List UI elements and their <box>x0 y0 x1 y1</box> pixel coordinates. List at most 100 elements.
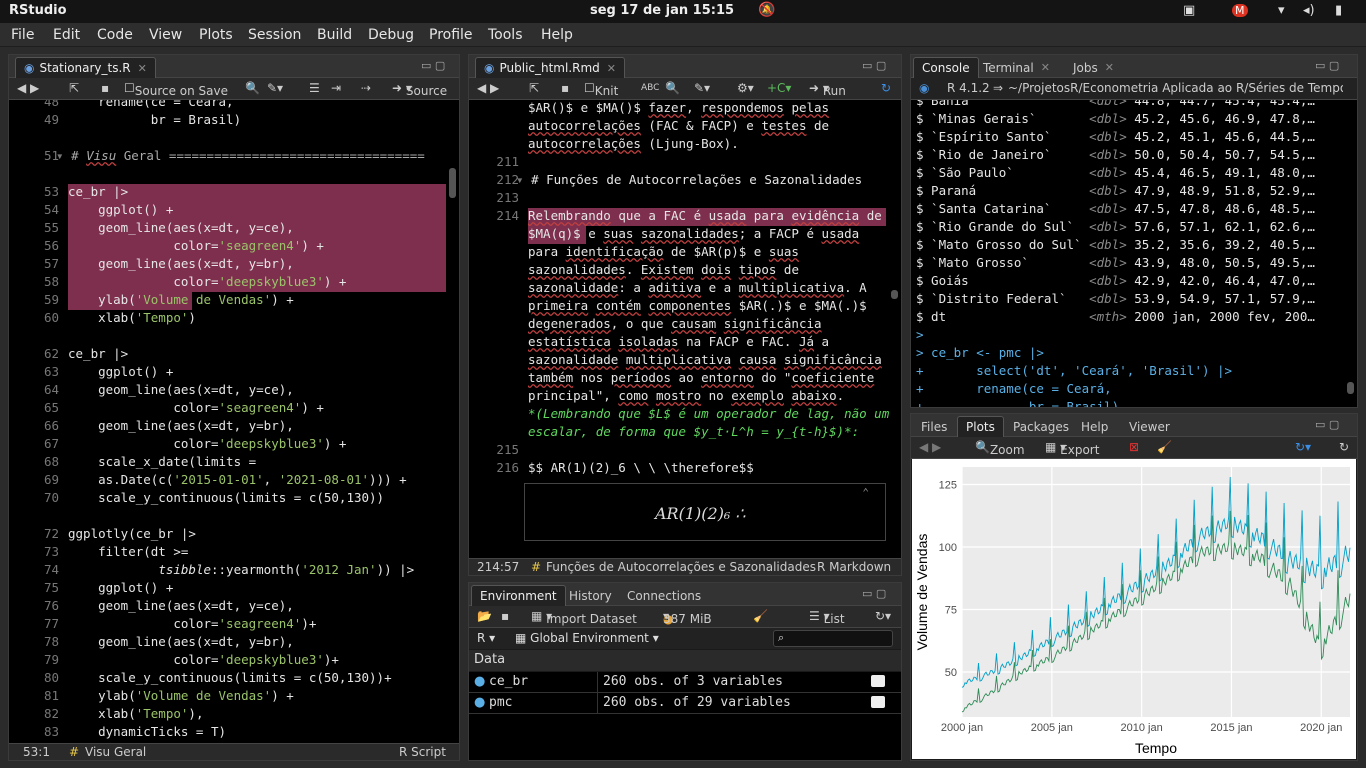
rerun-icon[interactable]: ⇢ <box>361 81 371 95</box>
tab-plots[interactable]: Plots <box>957 416 1004 437</box>
run-button[interactable]: ➜ Run ▾ <box>809 81 846 98</box>
tab-stationary-ts[interactable]: ◉ Stationary_ts.R ✕ <box>15 57 156 78</box>
menu-help[interactable]: Help <box>541 27 573 43</box>
back-icon[interactable]: ◀ ▶ <box>17 81 39 95</box>
magic-wand-icon[interactable]: ✎▾ <box>694 81 710 95</box>
battery-icon[interactable]: ▮ <box>1335 3 1342 18</box>
tab-files[interactable]: Files <box>913 416 955 437</box>
export-button[interactable]: ▦ Export ▾ <box>1045 440 1099 457</box>
console-output[interactable]: $ Bahia <dbl> 44.8, 44.7, 45.4, 45.4,… $… <box>911 100 1357 407</box>
refresh-icon[interactable]: ↻ <box>1339 440 1349 454</box>
menu-code[interactable]: Code <box>97 27 133 43</box>
menu-file[interactable]: File <box>11 27 34 43</box>
zoom-button[interactable]: 🔍 Zoom <box>975 440 1025 457</box>
search-icon[interactable]: 🔍 <box>665 81 680 95</box>
clock[interactable]: seg 17 de jan 15:15 <box>590 3 734 18</box>
minimize-pane-icon[interactable]: ▭ ▢ <box>1315 418 1339 431</box>
working-dir-path[interactable]: ~/ProjetosR/Econometria Aplicada ao R/Sé… <box>1008 81 1343 95</box>
working-dir-icon[interactable]: ⇒ <box>993 81 1003 95</box>
mail-icon[interactable]: M <box>1232 4 1248 17</box>
insert-chunk-icon[interactable]: +C▾ <box>767 81 791 95</box>
x-tick-label: 2000 jan <box>941 722 983 734</box>
menu-session[interactable]: Session <box>248 27 301 43</box>
expand-icon[interactable]: ● <box>474 674 485 689</box>
scrollbar-thumb[interactable] <box>449 168 456 198</box>
close-icon[interactable]: ✕ <box>607 62 616 75</box>
menu-edit[interactable]: Edit <box>53 27 80 43</box>
scrollbar-thumb[interactable] <box>1347 382 1354 394</box>
wifi-icon[interactable]: ▾ <box>1278 3 1285 18</box>
file-type-selector[interactable]: R Script <box>399 745 446 759</box>
save-icon[interactable]: ▪ <box>101 81 109 95</box>
menu-profile[interactable]: Profile <box>429 27 473 43</box>
save-icon[interactable]: ▪ <box>501 609 509 623</box>
prev-plot-icon[interactable]: ◀ ▶ <box>919 440 941 454</box>
tab-viewer[interactable]: Viewer <box>1121 416 1178 437</box>
publish-icon[interactable]: ↻ <box>881 81 891 95</box>
list-view-selector[interactable]: ☰ List ▾ <box>809 609 845 626</box>
volume-icon[interactable]: ◂) <box>1303 3 1315 18</box>
save-icon[interactable]: ▪ <box>561 81 569 95</box>
view-data-icon[interactable] <box>871 675 885 687</box>
tab-jobs[interactable]: Jobs ✕ <box>1065 57 1122 78</box>
section-selector[interactable]: Visu Geral <box>85 745 146 759</box>
spellcheck-icon[interactable]: ABC <box>641 83 659 93</box>
minimize-pane-icon[interactable]: ▭ ▢ <box>862 59 886 72</box>
notifications-off-icon[interactable]: 🔕 <box>758 2 775 18</box>
file-type-selector[interactable]: R Markdown <box>817 560 891 574</box>
expand-icon[interactable]: ● <box>474 695 485 710</box>
show-in-window-icon[interactable]: ⇱ <box>529 81 539 95</box>
magic-wand-icon[interactable]: ✎▾ <box>267 81 283 95</box>
collapse-icon[interactable]: ⌃ <box>862 486 869 499</box>
language-selector[interactable]: R ▾ <box>477 631 495 645</box>
menu-build[interactable]: Build <box>317 27 352 43</box>
broom-icon[interactable]: 🧹 <box>1157 440 1172 454</box>
tab-connections[interactable]: Connections <box>619 585 709 606</box>
memory-usage[interactable]: ◕ 387 MiB ▾ <box>663 609 712 626</box>
scrollbar-thumb[interactable] <box>891 290 898 299</box>
show-in-window-icon[interactable]: ⇱ <box>69 81 79 95</box>
code-editor-middle[interactable]: $AR()$ e $MA()$ fazer, respondemos pelas… <box>469 100 901 558</box>
cursor-position: 214:57 <box>477 560 520 574</box>
minimize-pane-icon[interactable]: ▭ ▢ <box>421 59 445 72</box>
remove-plot-icon[interactable]: ⊠ <box>1129 440 1139 454</box>
tab-history[interactable]: History <box>561 585 620 606</box>
menu-debug[interactable]: Debug <box>368 27 414 43</box>
tab-terminal[interactable]: Terminal ✕ <box>975 57 1058 78</box>
run-lines-icon[interactable]: ⇥ <box>331 81 341 95</box>
open-folder-icon[interactable]: 📂 <box>477 609 492 623</box>
refresh-icon[interactable]: ↻▾ <box>875 609 891 623</box>
env-row-ce-br[interactable]: ● ce_br 260 obs. of 3 variables <box>469 672 901 693</box>
tab-console[interactable]: Console <box>913 57 979 78</box>
outline-icon[interactable]: ☰ <box>309 81 320 95</box>
broom-icon[interactable]: 🧹 <box>753 609 768 623</box>
close-icon[interactable]: ✕ <box>1105 61 1114 74</box>
minimize-pane-icon[interactable]: ▭ ▢ <box>1315 59 1339 72</box>
env-search-input[interactable]: ⌕ <box>773 630 893 647</box>
section-selector[interactable]: Funções de Autocorrelações e Sazonalidad… <box>546 560 816 574</box>
tab-help[interactable]: Help <box>1073 416 1116 437</box>
knit-button[interactable]: ☐ Knit <box>584 81 618 98</box>
menu-tools[interactable]: Tools <box>488 27 523 43</box>
tab-public-html[interactable]: ◉ Public_html.Rmd ✕ <box>475 57 626 78</box>
tab-packages[interactable]: Packages <box>1005 416 1077 437</box>
source-on-save-checkbox[interactable]: ☐ Source on Save <box>124 81 228 98</box>
tab-environment[interactable]: Environment <box>471 585 566 606</box>
r-file-icon: ◉ <box>24 61 35 75</box>
env-row-pmc[interactable]: ● pmc 260 obs. of 29 variables <box>469 693 901 714</box>
gear-icon[interactable]: ⚙▾ <box>737 81 754 95</box>
menu-plots[interactable]: Plots <box>199 27 233 43</box>
source-button[interactable]: ➜ Source ▾ <box>392 81 447 98</box>
back-icon[interactable]: ◀ ▶ <box>477 81 499 95</box>
close-icon[interactable]: ✕ <box>138 62 147 75</box>
minimize-pane-icon[interactable]: ▭ ▢ <box>862 587 886 600</box>
code-editor-left[interactable]: 48 rename(ce = Ceará, 49 br = Brasil) 51… <box>9 100 459 743</box>
import-dataset-button[interactable]: ▦ Import Dataset ▾ <box>531 609 637 626</box>
search-icon[interactable]: 🔍 <box>245 81 260 95</box>
close-icon[interactable]: ✕ <box>1041 61 1050 74</box>
display-icon[interactable]: ▣ <box>1183 3 1195 18</box>
menu-view[interactable]: View <box>149 27 182 43</box>
view-data-icon[interactable] <box>871 696 885 708</box>
scope-selector[interactable]: ▦ Global Environment ▾ <box>515 631 659 645</box>
publish-icon[interactable]: ↻▾ <box>1295 440 1311 454</box>
